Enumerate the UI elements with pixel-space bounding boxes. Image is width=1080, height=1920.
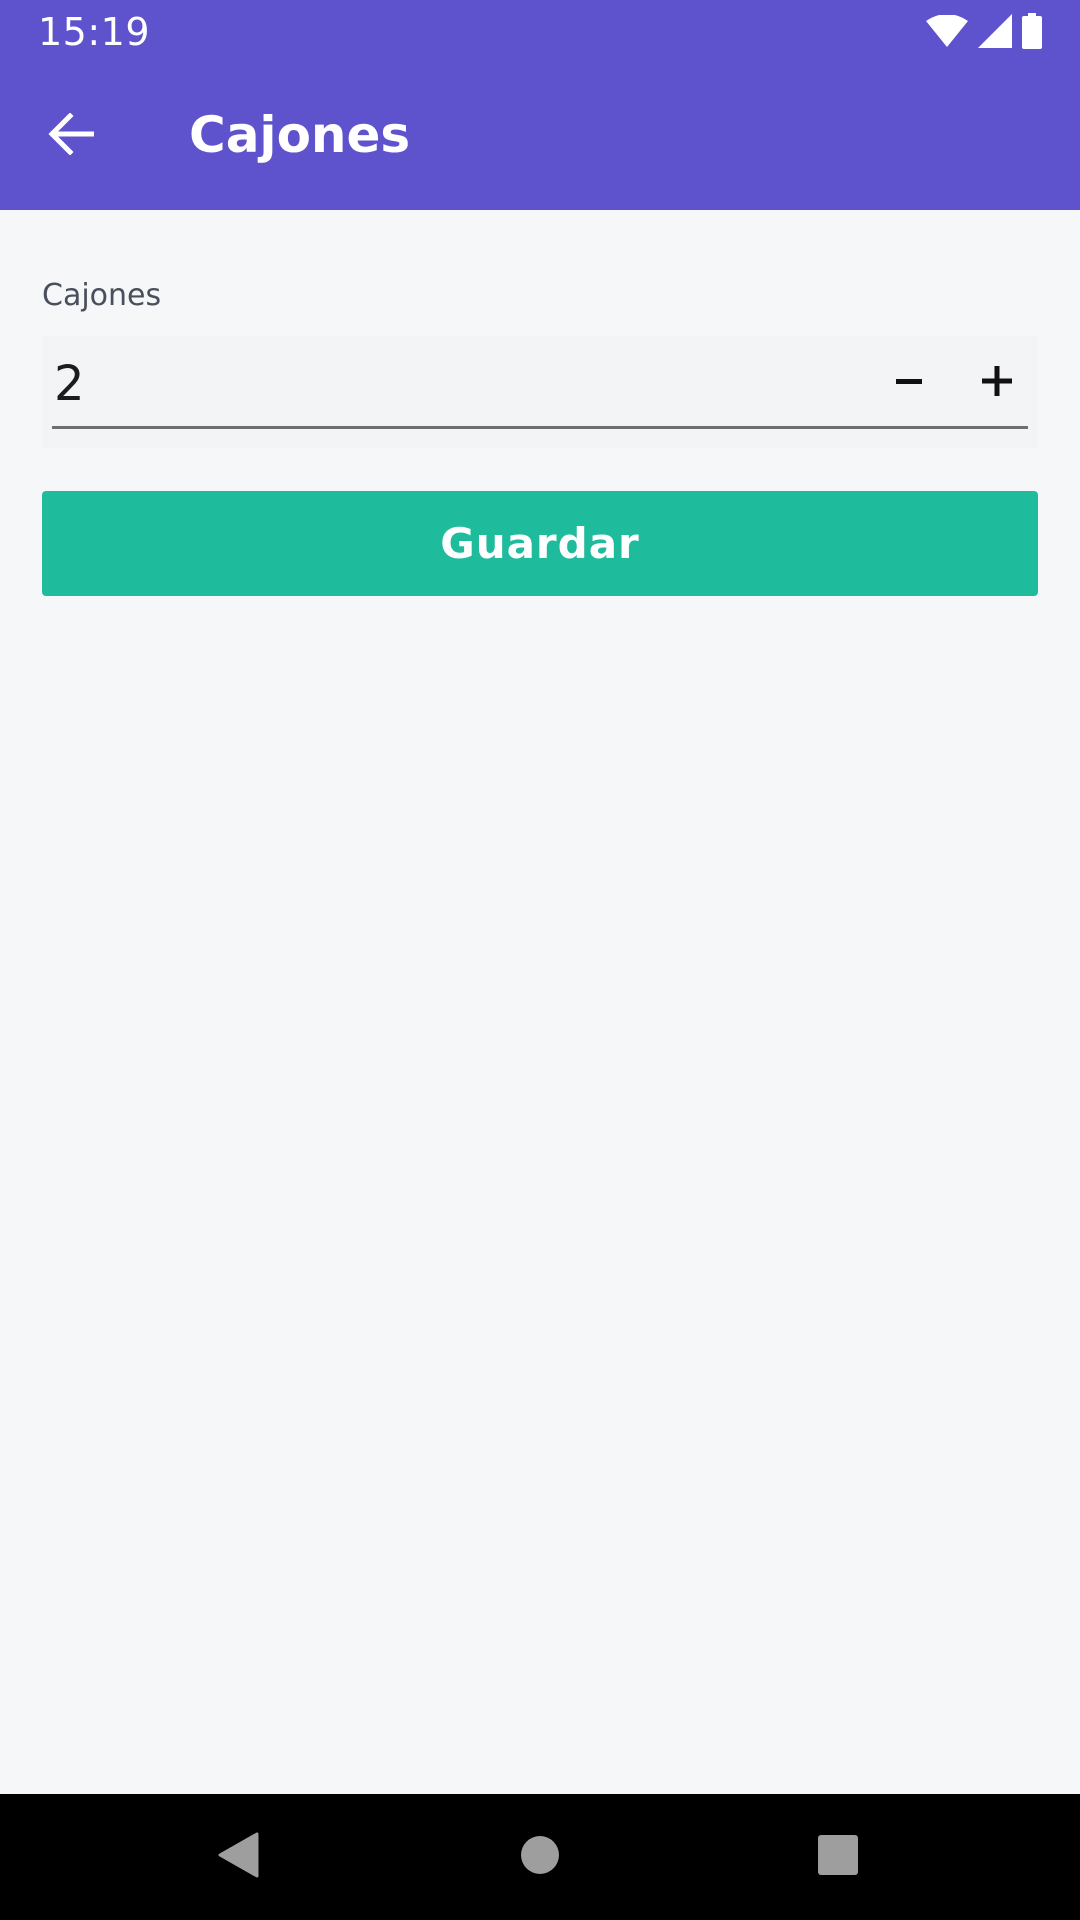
- nav-home-button[interactable]: [505, 1822, 575, 1892]
- back-button[interactable]: [30, 95, 112, 177]
- nav-back-button[interactable]: [203, 1822, 273, 1892]
- system-nav-bar: [0, 1794, 1080, 1920]
- quantity-input[interactable]: 2: [54, 354, 85, 414]
- save-button[interactable]: Guardar: [42, 491, 1038, 596]
- page-title: Cajones: [189, 106, 411, 164]
- nav-home-icon: [520, 1835, 560, 1880]
- field-label: Cajones: [42, 278, 162, 313]
- minus-icon: [894, 366, 924, 401]
- arrow-back-icon: [48, 111, 95, 160]
- nav-recents-icon: [817, 1834, 859, 1881]
- plus-icon: [980, 364, 1014, 403]
- wifi-icon: [926, 15, 968, 47]
- status-icons: [926, 13, 1042, 49]
- decrement-button[interactable]: [874, 348, 944, 418]
- field-underline: [52, 426, 1028, 429]
- status-bar: 15:19: [0, 0, 1080, 63]
- quantity-stepper: 2: [42, 336, 1038, 448]
- increment-button[interactable]: [962, 348, 1032, 418]
- nav-back-icon: [217, 1832, 259, 1883]
- status-time: 15:19: [38, 10, 151, 54]
- app-bar: Cajones: [0, 63, 1080, 210]
- battery-icon: [1022, 13, 1042, 49]
- nav-recents-button[interactable]: [803, 1822, 873, 1892]
- signal-icon: [978, 14, 1012, 48]
